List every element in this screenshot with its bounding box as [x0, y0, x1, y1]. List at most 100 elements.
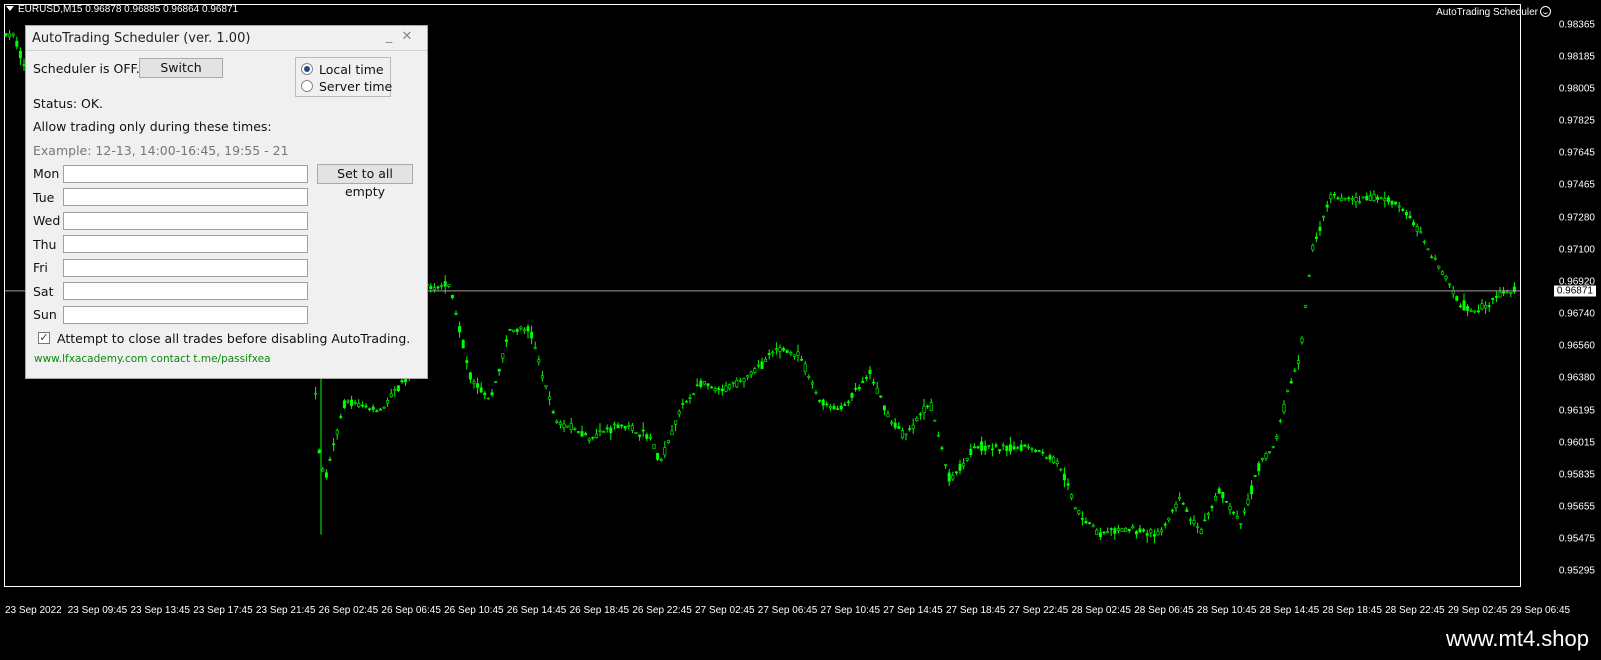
time-tick-label: 28 Sep 18:45: [1322, 605, 1382, 616]
day-input-fri[interactable]: [63, 259, 308, 277]
candle-body: [1095, 529, 1099, 536]
candle-body: [674, 420, 678, 425]
candle-body: [1030, 448, 1034, 450]
time-tick-label: 27 Sep 14:45: [883, 605, 943, 616]
radio-local-label: Local time: [319, 62, 384, 77]
candle-body: [533, 347, 537, 349]
day-input-mon[interactable]: [63, 165, 308, 183]
candle-body: [1336, 197, 1340, 200]
expert-advisor-label: AutoTrading Scheduler: [1436, 6, 1551, 18]
candle-body: [339, 416, 343, 418]
candle-body: [515, 328, 519, 332]
candle-body: [317, 449, 321, 453]
set-all-empty-button[interactable]: Set to all empty: [317, 164, 413, 199]
candle-body: [1300, 338, 1304, 343]
candle-body: [1142, 529, 1146, 532]
radio-local-indicator[interactable]: [301, 63, 313, 75]
candle-body: [1235, 516, 1239, 519]
candle-body: [1145, 533, 1149, 536]
candle-body: [1354, 197, 1358, 202]
candle-body: [375, 410, 379, 413]
candle-body: [645, 434, 649, 439]
candle-body: [922, 406, 926, 413]
candle-body: [321, 468, 325, 472]
dialog-titlebar[interactable]: AutoTrading Scheduler (ver. 1.00) _ ✕: [26, 26, 427, 51]
candle-body: [1282, 404, 1286, 413]
candle-body: [576, 431, 580, 433]
candle-body: [659, 459, 663, 461]
time-tick-label: 23 Sep 09:45: [67, 605, 128, 616]
radio-server-time[interactable]: Server time: [301, 79, 392, 94]
radio-local-time[interactable]: Local time: [301, 62, 384, 77]
candle-body: [360, 404, 364, 407]
candle-body: [573, 427, 577, 430]
candle-body: [1271, 446, 1275, 448]
candle-body: [1257, 463, 1261, 472]
candle-body: [1379, 197, 1383, 200]
candle-body: [1390, 200, 1394, 205]
close-trades-checkbox[interactable]: ✓: [38, 332, 50, 344]
candle-body: [850, 393, 854, 398]
candle-body: [1433, 257, 1437, 260]
candle-body: [1210, 506, 1214, 509]
candle-body: [688, 397, 692, 399]
candle-body: [357, 403, 361, 407]
scheduler-dialog[interactable]: AutoTrading Scheduler (ver. 1.00) _ ✕ Sc…: [25, 25, 428, 379]
candle-body: [951, 475, 955, 480]
candle-body: [458, 326, 462, 333]
candle-body: [440, 285, 444, 287]
candle-body: [1401, 208, 1405, 211]
candle-body: [738, 380, 742, 382]
candle-body: [652, 444, 656, 450]
candle-body: [555, 420, 559, 423]
candle-body: [900, 430, 904, 438]
candle-body: [666, 439, 670, 443]
dropdown-triangle-icon[interactable]: [6, 6, 14, 11]
candle-body: [911, 424, 915, 429]
candle-body: [954, 471, 958, 474]
switch-button[interactable]: Switch: [139, 58, 223, 78]
day-input-wed[interactable]: [63, 212, 308, 230]
candle-body: [1217, 488, 1221, 494]
candle-body: [465, 360, 469, 363]
candle-body: [569, 423, 573, 430]
candle-body: [1174, 503, 1178, 509]
candle-body: [677, 411, 681, 415]
candle-body: [436, 286, 440, 289]
candle-body: [857, 387, 861, 390]
candle-body: [1426, 248, 1430, 251]
candle-body: [1170, 509, 1174, 512]
candle-body: [396, 385, 400, 392]
candle-body: [839, 405, 843, 410]
time-tick-label: 28 Sep 22:45: [1385, 605, 1445, 616]
candle-body: [724, 385, 728, 392]
day-input-thu[interactable]: [63, 235, 308, 253]
candle-body: [1307, 275, 1311, 277]
candle-body: [1203, 519, 1207, 522]
price-tick-label: 0.95295: [1558, 565, 1595, 577]
candle-body: [1127, 528, 1131, 532]
candle-body: [1037, 450, 1041, 452]
day-input-sat[interactable]: [63, 282, 308, 300]
footer-link[interactable]: www.lfxacademy.com contact t.me/passifxe…: [34, 353, 271, 365]
minimize-icon[interactable]: _: [382, 30, 396, 44]
candle-body: [461, 340, 465, 349]
candle-body: [1322, 215, 1326, 218]
candle-body: [1440, 271, 1444, 275]
radio-server-indicator[interactable]: [301, 80, 313, 92]
time-mode-group: Local time Server time: [295, 57, 392, 97]
candle-body: [717, 388, 721, 390]
candle-body: [735, 380, 739, 388]
close-trades-label: Attempt to close all trades before disab…: [57, 331, 411, 346]
day-input-tue[interactable]: [63, 188, 308, 206]
candle-body: [681, 403, 685, 405]
close-icon[interactable]: ✕: [400, 30, 414, 44]
day-label-sun: Sun: [33, 307, 57, 322]
candle-body: [1048, 455, 1052, 460]
candle-body: [454, 313, 458, 315]
candle-body: [1358, 201, 1362, 204]
day-input-sun[interactable]: [63, 306, 308, 324]
candle-body: [1055, 460, 1059, 464]
candle-body: [828, 406, 832, 409]
candle-body: [1448, 283, 1452, 286]
